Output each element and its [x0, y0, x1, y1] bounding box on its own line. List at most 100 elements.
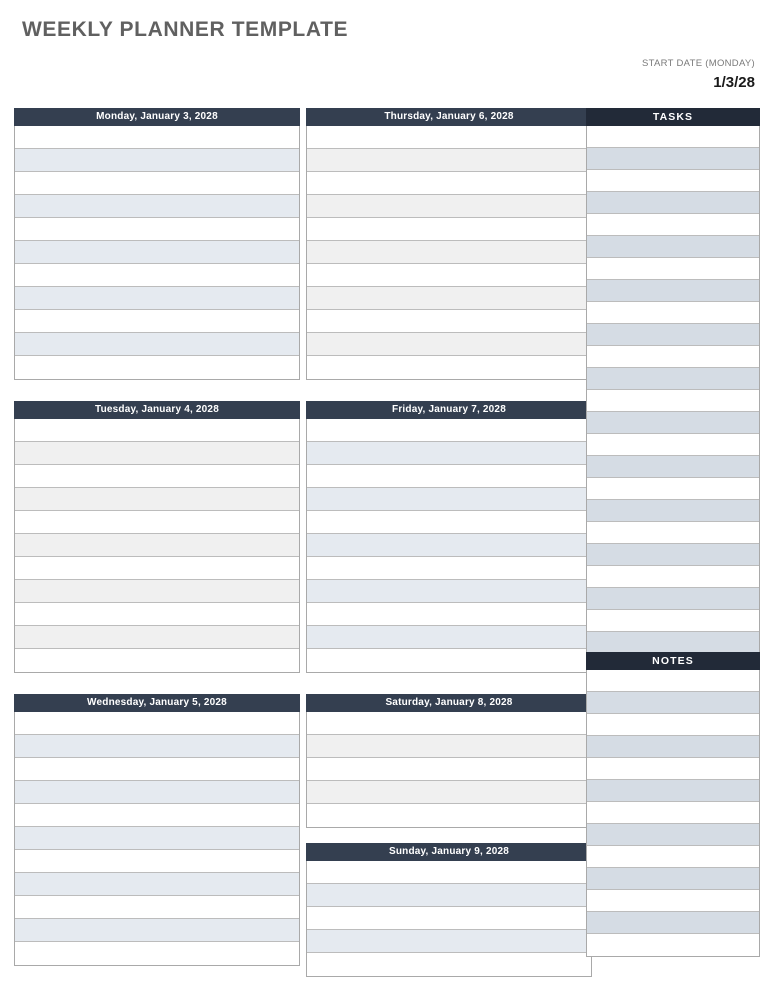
monday-row[interactable]	[15, 149, 299, 172]
tasks-row[interactable]	[587, 258, 759, 280]
wednesday-row[interactable]	[15, 919, 299, 942]
notes-row[interactable]	[587, 670, 759, 692]
tasks-row[interactable]	[587, 434, 759, 456]
notes-row[interactable]	[587, 758, 759, 780]
tasks-row[interactable]	[587, 368, 759, 390]
thursday-row[interactable]	[307, 195, 591, 218]
friday-row[interactable]	[307, 442, 591, 465]
notes-row[interactable]	[587, 868, 759, 890]
sunday-row[interactable]	[307, 907, 591, 930]
thursday-row[interactable]	[307, 241, 591, 264]
tuesday-row[interactable]	[15, 557, 299, 580]
monday-row[interactable]	[15, 172, 299, 195]
saturday-row[interactable]	[307, 712, 591, 735]
tasks-row[interactable]	[587, 610, 759, 632]
sunday-row[interactable]	[307, 884, 591, 907]
tuesday-row[interactable]	[15, 511, 299, 534]
notes-row[interactable]	[587, 824, 759, 846]
thursday-row[interactable]	[307, 172, 591, 195]
wednesday-row[interactable]	[15, 758, 299, 781]
wednesday-row[interactable]	[15, 712, 299, 735]
notes-row[interactable]	[587, 736, 759, 758]
tuesday-row[interactable]	[15, 534, 299, 557]
tuesday-row[interactable]	[15, 465, 299, 488]
thursday-row[interactable]	[307, 287, 591, 310]
tuesday-row[interactable]	[15, 442, 299, 465]
thursday-row[interactable]	[307, 310, 591, 333]
monday-row[interactable]	[15, 287, 299, 310]
tuesday-row[interactable]	[15, 649, 299, 672]
saturday-row[interactable]	[307, 735, 591, 758]
thursday-row[interactable]	[307, 264, 591, 287]
tuesday-row[interactable]	[15, 580, 299, 603]
saturday-row[interactable]	[307, 758, 591, 781]
tasks-row[interactable]	[587, 566, 759, 588]
friday-row[interactable]	[307, 419, 591, 442]
tasks-row[interactable]	[587, 302, 759, 324]
tasks-row[interactable]	[587, 214, 759, 236]
tuesday-row[interactable]	[15, 419, 299, 442]
monday-row[interactable]	[15, 264, 299, 287]
thursday-row[interactable]	[307, 218, 591, 241]
saturday-row[interactable]	[307, 804, 591, 827]
sunday-row[interactable]	[307, 861, 591, 884]
monday-row[interactable]	[15, 195, 299, 218]
thursday-row[interactable]	[307, 356, 591, 379]
tasks-row[interactable]	[587, 390, 759, 412]
notes-row[interactable]	[587, 934, 759, 956]
tasks-row[interactable]	[587, 478, 759, 500]
tasks-row[interactable]	[587, 192, 759, 214]
friday-row[interactable]	[307, 534, 591, 557]
wednesday-row[interactable]	[15, 850, 299, 873]
tasks-row[interactable]	[587, 544, 759, 566]
tasks-row[interactable]	[587, 346, 759, 368]
start-date-value[interactable]: 1/3/28	[495, 73, 755, 93]
notes-row[interactable]	[587, 802, 759, 824]
tasks-row[interactable]	[587, 148, 759, 170]
notes-row[interactable]	[587, 890, 759, 912]
tasks-row[interactable]	[587, 126, 759, 148]
friday-row[interactable]	[307, 580, 591, 603]
tasks-row[interactable]	[587, 170, 759, 192]
friday-row[interactable]	[307, 465, 591, 488]
sunday-row[interactable]	[307, 953, 591, 976]
friday-row[interactable]	[307, 626, 591, 649]
monday-row[interactable]	[15, 218, 299, 241]
notes-row[interactable]	[587, 692, 759, 714]
tasks-row[interactable]	[587, 456, 759, 478]
tasks-row[interactable]	[587, 588, 759, 610]
friday-row[interactable]	[307, 557, 591, 580]
notes-row[interactable]	[587, 714, 759, 736]
tasks-row[interactable]	[587, 632, 759, 654]
wednesday-row[interactable]	[15, 781, 299, 804]
monday-row[interactable]	[15, 241, 299, 264]
monday-row[interactable]	[15, 126, 299, 149]
thursday-row[interactable]	[307, 149, 591, 172]
thursday-row[interactable]	[307, 126, 591, 149]
wednesday-row[interactable]	[15, 873, 299, 896]
tuesday-row[interactable]	[15, 603, 299, 626]
tasks-row[interactable]	[587, 236, 759, 258]
friday-row[interactable]	[307, 603, 591, 626]
tasks-row[interactable]	[587, 500, 759, 522]
saturday-row[interactable]	[307, 781, 591, 804]
tasks-row[interactable]	[587, 522, 759, 544]
wednesday-row[interactable]	[15, 896, 299, 919]
tuesday-row[interactable]	[15, 488, 299, 511]
notes-row[interactable]	[587, 780, 759, 802]
tasks-row[interactable]	[587, 412, 759, 434]
tuesday-row[interactable]	[15, 626, 299, 649]
friday-row[interactable]	[307, 488, 591, 511]
wednesday-row[interactable]	[15, 942, 299, 965]
monday-row[interactable]	[15, 310, 299, 333]
sunday-row[interactable]	[307, 930, 591, 953]
friday-row[interactable]	[307, 511, 591, 534]
thursday-row[interactable]	[307, 333, 591, 356]
notes-row[interactable]	[587, 846, 759, 868]
tasks-row[interactable]	[587, 324, 759, 346]
wednesday-row[interactable]	[15, 827, 299, 850]
friday-row[interactable]	[307, 649, 591, 672]
notes-row[interactable]	[587, 912, 759, 934]
monday-row[interactable]	[15, 333, 299, 356]
wednesday-row[interactable]	[15, 735, 299, 758]
